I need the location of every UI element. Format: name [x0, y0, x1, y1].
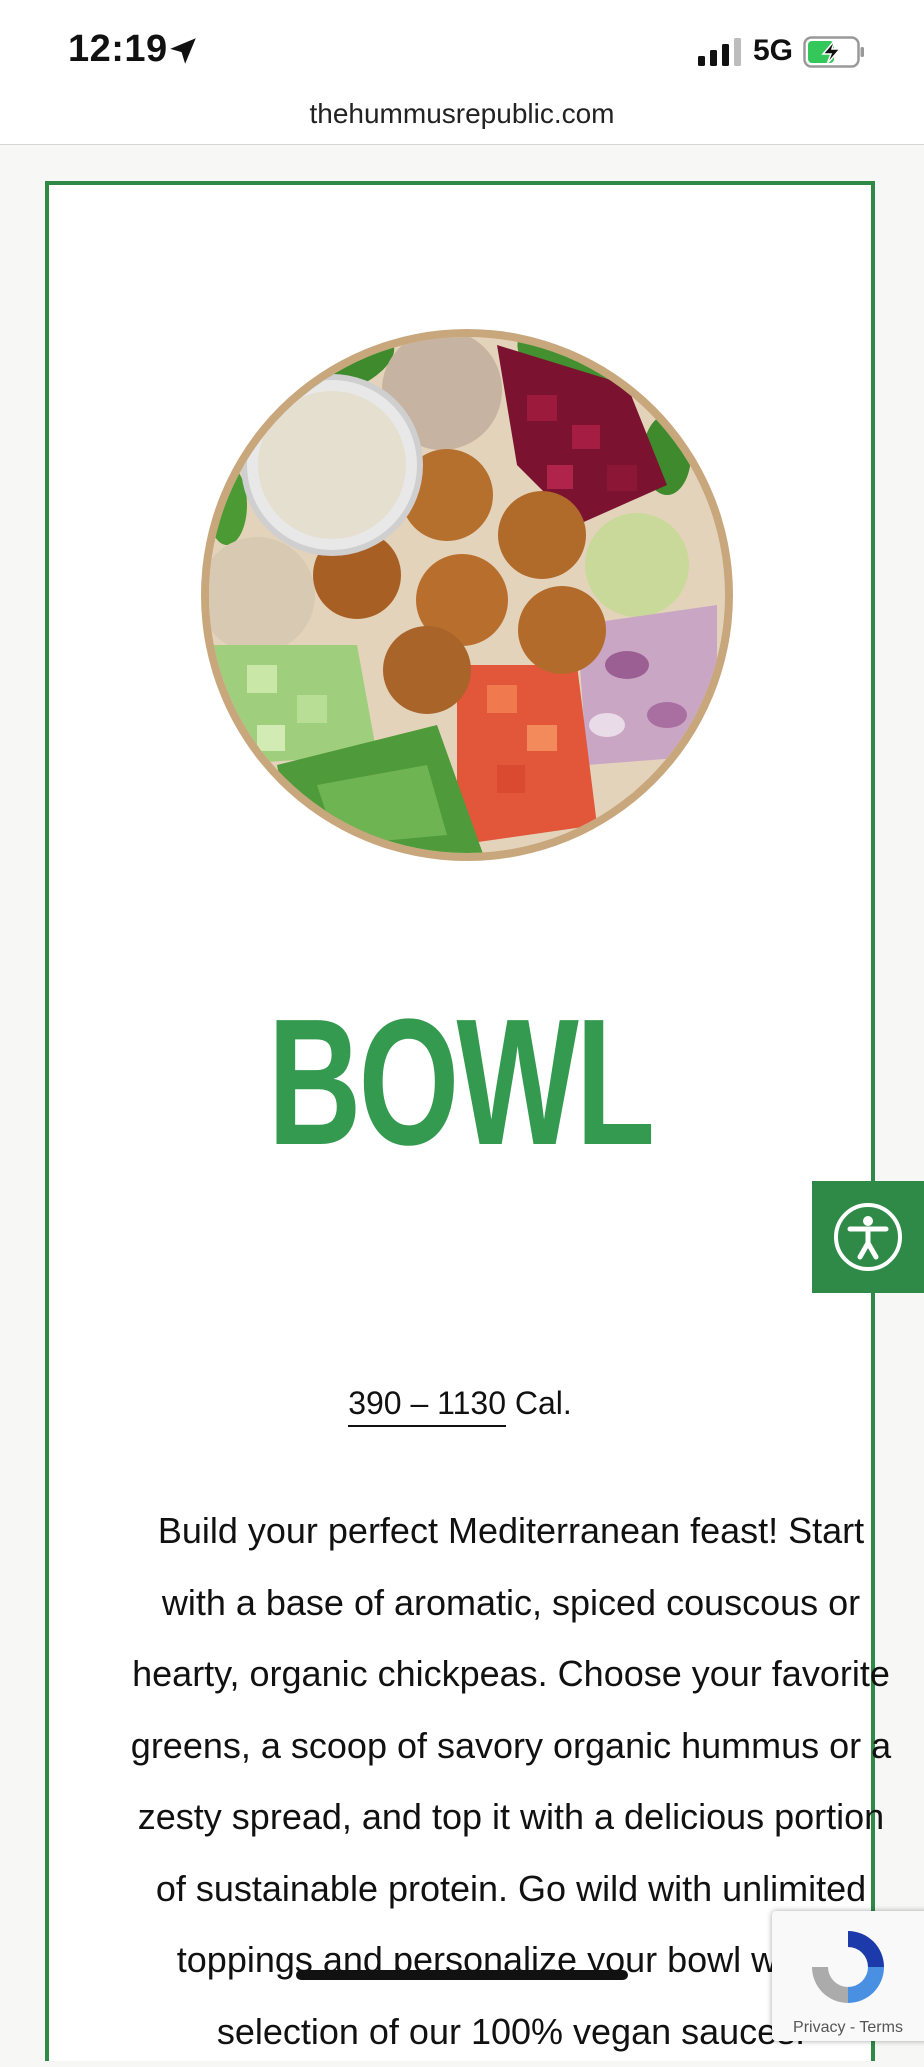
url-text[interactable]: thehummusrepublic.com: [0, 98, 924, 130]
recaptcha-terms-link[interactable]: Terms: [859, 2019, 903, 2036]
recaptcha-privacy-link[interactable]: Privacy: [793, 2019, 845, 2036]
accessibility-person-icon: [834, 1203, 902, 1271]
calories-range-link[interactable]: 390 – 1130: [348, 1385, 506, 1427]
home-indicator: [296, 1970, 628, 1980]
bowl-image: [201, 329, 733, 861]
recaptcha-separator: -: [845, 2019, 860, 2036]
recaptcha-icon: [812, 1931, 884, 2003]
recaptcha-badge[interactable]: Privacy - Terms: [772, 1911, 924, 2041]
page-content: BOWL 390 – 1130 Cal. Build your perfect …: [0, 145, 924, 2061]
browser-url-bar[interactable]: thehummusrepublic.com: [0, 96, 924, 145]
status-time: 12:19: [68, 28, 168, 70]
accessibility-button[interactable]: [812, 1181, 924, 1293]
product-card: BOWL 390 – 1130 Cal. Build your perfect …: [45, 181, 891, 2061]
network-type: 5G: [753, 34, 794, 67]
status-bar: 12:19 5G: [0, 0, 924, 100]
recaptcha-links: Privacy - Terms: [772, 2019, 924, 2037]
location-arrow-icon: [170, 38, 196, 64]
battery-charging-icon: [803, 36, 864, 68]
calories-unit: Cal.: [505, 1385, 572, 1421]
product-title: BOWL: [267, 982, 655, 1183]
calories: 390 – 1130 Cal.: [49, 1385, 871, 1427]
signal-icon: [698, 38, 741, 66]
